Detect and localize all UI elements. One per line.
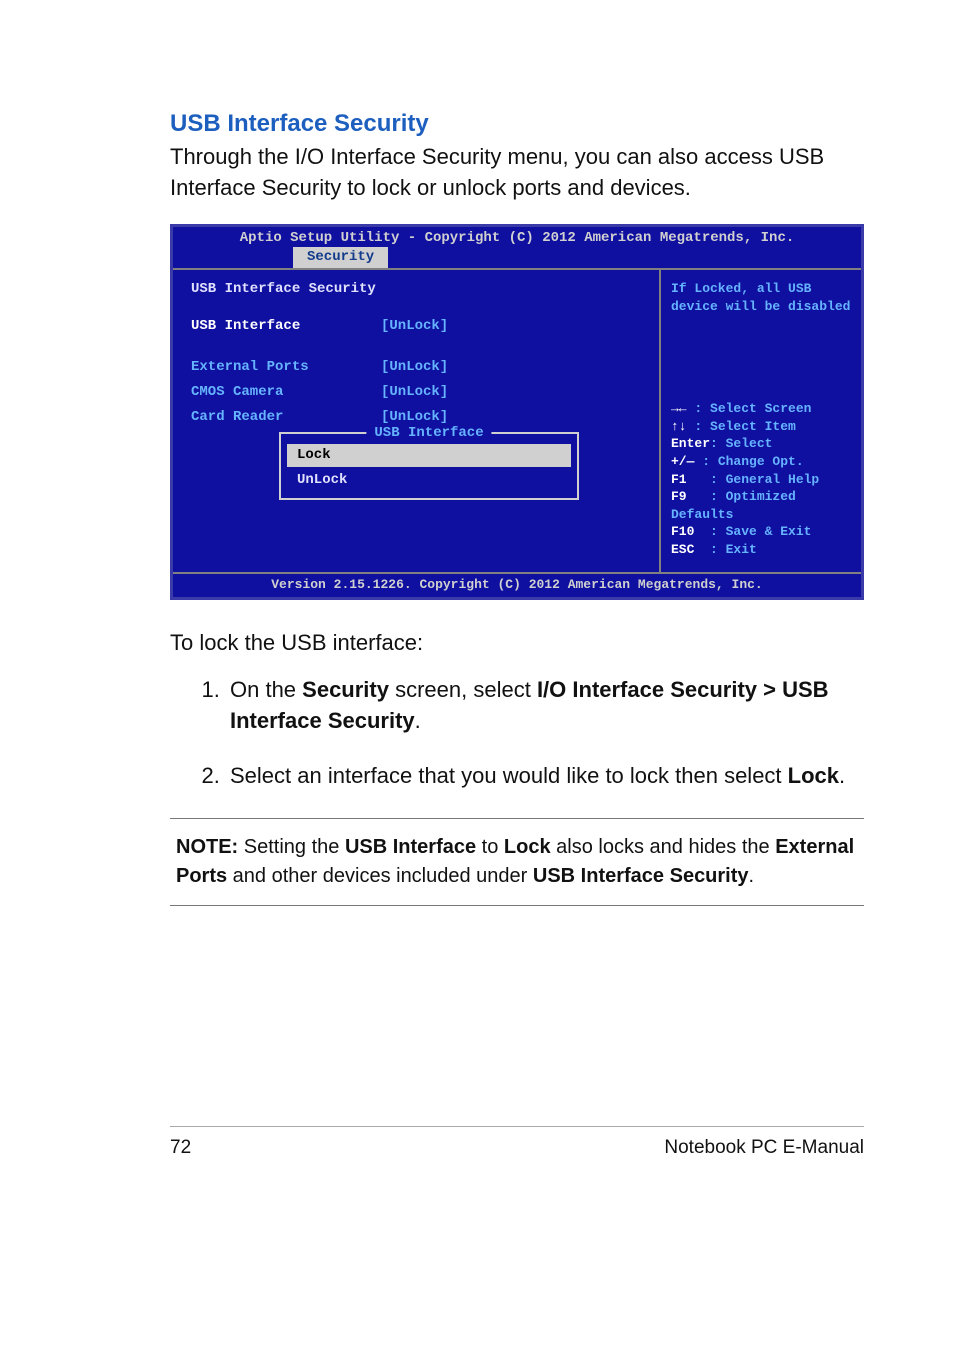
text: Select an interface that you would like … [230, 763, 788, 788]
text: . [749, 865, 755, 887]
bios-row-cmos-camera: CMOS Camera [UnLock] [191, 383, 645, 402]
bios-key: F1 [671, 472, 687, 487]
text: On the [230, 677, 302, 702]
bios-row-external-ports: External Ports [UnLock] [191, 358, 645, 377]
text: Setting the [238, 836, 345, 858]
bold: USB Interface [345, 836, 476, 858]
bios-tab-security: Security [293, 247, 388, 268]
page-footer: 72 Notebook PC E-Manual [170, 1126, 864, 1159]
bold: Security [302, 677, 389, 702]
step-2: Select an interface that you would like … [226, 760, 864, 791]
bios-key: ESC [671, 542, 694, 557]
text: . [415, 708, 421, 733]
note-text: NOTE: Setting the USB Interface to Lock … [176, 833, 858, 891]
bios-label: External Ports [191, 358, 381, 377]
bios-key: ↑↓ [671, 419, 687, 434]
bold: Lock [788, 763, 839, 788]
bios-help-keys: →← : Select Screen ↑↓ : Select Item Ente… [671, 400, 851, 558]
bios-main-panel: USB Interface Security USB Interface [Un… [173, 270, 661, 572]
step-1: On the Security screen, select I/O Inter… [226, 674, 864, 736]
bios-value: [UnLock] [381, 317, 448, 336]
bios-key-desc: : Select Screen [694, 401, 811, 416]
bios-popup-title: USB Interface [366, 424, 491, 443]
text: . [839, 763, 845, 788]
bios-help-panel: If Locked, all USB device will be disabl… [661, 270, 861, 572]
bios-label: Card Reader [191, 408, 381, 427]
bios-screenshot: Aptio Setup Utility - Copyright (C) 2012… [170, 224, 864, 600]
bios-value: [UnLock] [381, 358, 448, 377]
bold: USB Interface Security [533, 865, 749, 887]
bios-key: +/— [671, 454, 694, 469]
bios-help-text: If Locked, all USB device will be disabl… [671, 280, 851, 400]
text: to [476, 836, 504, 858]
bios-key: F10 [671, 524, 694, 539]
lock-intro: To lock the USB interface: [170, 630, 864, 656]
text: also locks and hides the [551, 836, 776, 858]
manual-title: Notebook PC E-Manual [664, 1137, 864, 1159]
bios-key-desc: : Select [710, 436, 772, 451]
bios-footer: Version 2.15.1226. Copyright (C) 2012 Am… [173, 572, 861, 597]
bios-popup: USB Interface Lock UnLock [279, 432, 579, 500]
text: and other devices included under [227, 865, 533, 887]
bios-key-desc: : General Help [710, 472, 819, 487]
bios-row-usb-interface: USB Interface [UnLock] [191, 317, 645, 336]
bios-key: F9 [671, 489, 687, 504]
steps-list: On the Security screen, select I/O Inter… [170, 674, 864, 792]
bios-key-desc: : Optimized Defaults [671, 489, 796, 522]
bios-label: USB Interface [191, 317, 381, 336]
note-box: NOTE: Setting the USB Interface to Lock … [170, 818, 864, 906]
intro-paragraph: Through the I/O Interface Security menu,… [170, 142, 864, 204]
section-heading: USB Interface Security [170, 110, 864, 138]
bios-popup-item-lock: Lock [287, 444, 571, 467]
bold: NOTE: [176, 836, 238, 858]
bios-key: Enter [671, 436, 710, 451]
bios-popup-item-unlock: UnLock [287, 469, 571, 492]
bios-key-desc: : Save & Exit [710, 524, 811, 539]
bios-value: [UnLock] [381, 383, 448, 402]
bios-key-desc: : Exit [710, 542, 757, 557]
page-number: 72 [170, 1137, 191, 1159]
bios-key-desc: : Change Opt. [702, 454, 803, 469]
bold: Lock [504, 836, 551, 858]
text: screen, select [389, 677, 537, 702]
bios-header: Aptio Setup Utility - Copyright (C) 2012… [173, 227, 861, 248]
bios-key-desc: : Select Item [694, 419, 795, 434]
bios-panel-title: USB Interface Security [191, 280, 645, 299]
bios-label: CMOS Camera [191, 383, 381, 402]
bios-key: →← [671, 401, 687, 416]
